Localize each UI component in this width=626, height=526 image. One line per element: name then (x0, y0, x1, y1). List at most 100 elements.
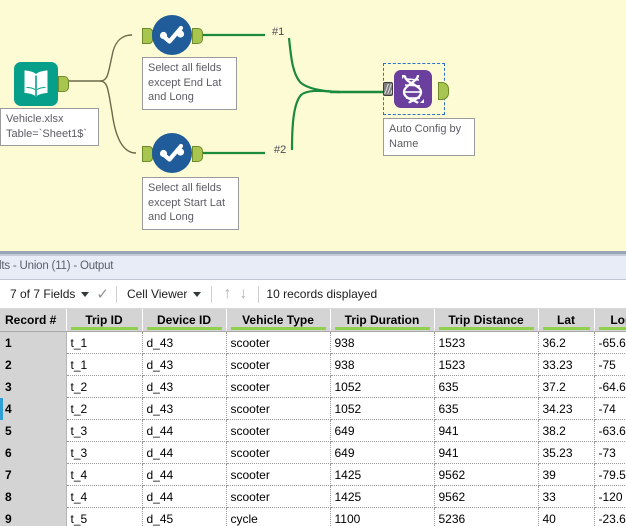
table-cell-device-id[interactable]: d_44 (142, 441, 227, 464)
table-row[interactable]: 6 t_3 d_44 scooter 649 941 35.23 -73 (0, 441, 626, 464)
table-cell-lat[interactable]: 39 (538, 463, 595, 486)
table-cell-long[interactable]: -79.52 (594, 463, 626, 486)
column-header-lat[interactable]: Lat (538, 309, 595, 332)
results-grid[interactable]: Record # Trip ID Device ID Vehicle Type … (0, 309, 626, 526)
record-number-cell[interactable]: 9 (0, 507, 67, 526)
table-cell-vehicle-type[interactable]: scooter (226, 331, 331, 354)
record-number-cell[interactable]: 4 (0, 397, 67, 420)
table-cell-long[interactable]: -63.654 (594, 419, 626, 442)
annotation-select-1[interactable]: Select all fields except End Lat and Lon… (142, 57, 237, 110)
record-number-cell[interactable]: 2 (0, 353, 67, 376)
table-cell-long[interactable]: -64.654 (594, 375, 626, 398)
table-cell-trip-id[interactable]: t_2 (66, 375, 143, 398)
table-cell-vehicle-type[interactable]: scooter (226, 485, 331, 508)
output-anchor-select-2[interactable] (192, 146, 203, 162)
table-cell-lat[interactable]: 33 (538, 485, 595, 508)
table-cell-device-id[interactable]: d_43 (142, 353, 227, 376)
table-cell-long[interactable]: -74 (594, 397, 626, 420)
table-cell-device-id[interactable]: d_43 (142, 375, 227, 398)
record-number-cell[interactable]: 5 (0, 419, 67, 442)
table-cell-lat[interactable]: 35.23 (538, 441, 595, 464)
table-cell-trip-id[interactable]: t_1 (66, 353, 143, 376)
table-row[interactable]: 3t_2d_43scooter105263537.2-64.654 (0, 375, 626, 398)
table-row[interactable]: 5t_3d_44scooter64994138.2-63.654 (0, 419, 626, 442)
table-cell-trip-duration[interactable]: 1100 (330, 507, 435, 526)
node-select-2[interactable] (142, 133, 203, 173)
column-header-long[interactable]: Long (594, 309, 626, 332)
table-cell-vehicle-type[interactable]: cycle (226, 507, 331, 526)
table-cell-lat[interactable]: 36.2 (538, 331, 595, 354)
table-cell-lat[interactable]: 33.23 (538, 353, 595, 376)
record-number-cell[interactable]: 8 (0, 485, 67, 508)
select-tool-icon[interactable] (152, 133, 192, 173)
table-cell-vehicle-type[interactable]: scooter (226, 419, 331, 442)
table-cell-long[interactable]: -73 (594, 441, 626, 464)
table-cell-trip-id[interactable]: t_4 (66, 463, 143, 486)
record-number-cell[interactable]: 1 (0, 331, 67, 354)
record-number-cell[interactable]: 7 (0, 463, 67, 486)
column-header-device-id[interactable]: Device ID (142, 309, 227, 332)
table-cell-trip-id[interactable]: t_5 (66, 507, 143, 526)
table-cell-trip-duration[interactable]: 1052 (330, 397, 435, 420)
book-input-icon[interactable] (14, 62, 58, 106)
table-cell-device-id[interactable]: d_43 (142, 397, 227, 420)
output-anchor-input[interactable] (58, 76, 69, 92)
check-icon[interactable]: ✓ (96, 287, 109, 302)
table-cell-trip-id[interactable]: t_1 (66, 331, 143, 354)
column-header-trip-id[interactable]: Trip ID (66, 309, 143, 332)
table-cell-vehicle-type[interactable]: scooter (226, 375, 331, 398)
table-row[interactable]: 7t_4d_44scooter1425956239-79.52 (0, 463, 626, 486)
table-cell-trip-duration[interactable]: 1425 (330, 485, 435, 508)
table-cell-lat[interactable]: 40 (538, 507, 595, 526)
table-cell-long[interactable]: -65.654 (594, 331, 626, 354)
table-cell-vehicle-type[interactable]: scooter (226, 353, 331, 376)
table-cell-trip-duration[interactable]: 1052 (330, 375, 435, 398)
table-cell-vehicle-type[interactable]: scooter (226, 441, 331, 464)
table-cell-device-id[interactable]: d_44 (142, 485, 227, 508)
table-cell-trip-distance[interactable]: 635 (434, 375, 539, 398)
table-cell-long[interactable]: -120 (594, 485, 626, 508)
record-number-cell[interactable]: 6 (0, 441, 67, 464)
table-cell-trip-distance[interactable]: 941 (434, 419, 539, 442)
annotation-input-file[interactable]: Vehicle.xlsx Table=`Sheet1$` (0, 108, 99, 146)
table-row[interactable]: 4 t_2 d_43 scooter 1052 635 34.23 -74 (0, 397, 626, 420)
chevron-down-icon[interactable] (193, 291, 202, 297)
table-cell-vehicle-type[interactable]: scooter (226, 463, 331, 486)
table-cell-device-id[interactable]: d_43 (142, 331, 227, 354)
table-row[interactable]: 9 t_5 d_45 cycle 1100 5236 40 -23.6 (0, 507, 626, 526)
table-cell-trip-id[interactable]: t_4 (66, 485, 143, 508)
table-cell-device-id[interactable]: d_45 (142, 507, 227, 526)
chevron-down-icon[interactable] (81, 291, 90, 297)
workflow-canvas[interactable]: Vehicle.xlsx Table=`Sheet1$` Select all … (0, 0, 626, 251)
table-row[interactable]: 8 t_4 d_44 scooter 1425 9562 33 -120 (0, 485, 626, 508)
table-cell-trip-id[interactable]: t_3 (66, 441, 143, 464)
output-anchor-select-1[interactable] (192, 28, 203, 44)
node-union[interactable] (383, 70, 449, 108)
table-cell-lat[interactable]: 34.23 (538, 397, 595, 420)
table-cell-vehicle-type[interactable]: scooter (226, 397, 331, 420)
table-cell-lat[interactable]: 38.2 (538, 419, 595, 442)
table-cell-trip-duration[interactable]: 649 (330, 419, 435, 442)
table-row[interactable]: 1t_1d_43scooter938152336.2-65.654 (0, 331, 626, 354)
table-row[interactable]: 2 t_1 d_43 scooter 938 1523 33.23 -75 (0, 353, 626, 376)
arrow-up-icon[interactable]: ↑ (219, 286, 235, 302)
annotation-select-2[interactable]: Select all fields except Start Lat and L… (142, 177, 239, 230)
table-cell-lat[interactable]: 37.2 (538, 375, 595, 398)
cell-viewer-selector[interactable]: Cell Viewer (124, 287, 204, 301)
table-cell-trip-distance[interactable]: 1523 (434, 353, 539, 376)
fields-selector[interactable]: 7 of 7 Fields (7, 287, 92, 301)
table-cell-trip-duration[interactable]: 938 (330, 331, 435, 354)
column-header-record[interactable]: Record # (0, 309, 67, 332)
record-number-cell[interactable]: 3 (0, 375, 67, 398)
table-cell-device-id[interactable]: d_44 (142, 463, 227, 486)
table-cell-trip-distance[interactable]: 9562 (434, 463, 539, 486)
annotation-union[interactable]: Auto Config by Name (383, 118, 475, 156)
node-input-data[interactable] (14, 62, 69, 106)
table-cell-trip-duration[interactable]: 649 (330, 441, 435, 464)
node-select-1[interactable] (142, 15, 203, 55)
table-cell-trip-distance[interactable]: 1523 (434, 331, 539, 354)
table-cell-trip-duration[interactable]: 938 (330, 353, 435, 376)
table-cell-trip-id[interactable]: t_2 (66, 397, 143, 420)
results-tabstrip[interactable]: lts - Union (11) - Output (0, 256, 626, 280)
table-cell-trip-distance[interactable]: 941 (434, 441, 539, 464)
